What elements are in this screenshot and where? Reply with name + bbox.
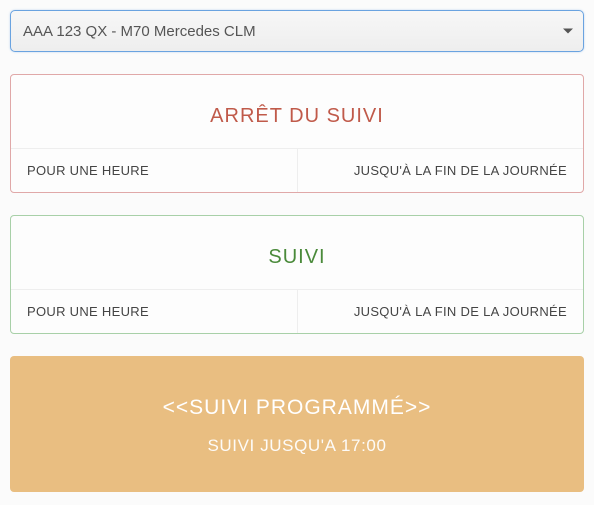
- vehicle-select-value: AAA 123 QX - M70 Mercedes CLM: [23, 23, 256, 40]
- tracking-title: SUIVI: [11, 216, 583, 289]
- tracking-options: POUR UNE HEURE JUSQU'À LA FIN DE LA JOUR…: [11, 289, 583, 333]
- tracking-panel: SUIVI POUR UNE HEURE JUSQU'À LA FIN DE L…: [10, 215, 584, 334]
- chevron-down-icon: [563, 29, 573, 34]
- stop-tracking-panel: ARRÊT DU SUIVI POUR UNE HEURE JUSQU'À LA…: [10, 74, 584, 193]
- stop-tracking-title: ARRÊT DU SUIVI: [11, 75, 583, 148]
- vehicle-select[interactable]: AAA 123 QX - M70 Mercedes CLM: [10, 10, 584, 52]
- stop-tracking-options: POUR UNE HEURE JUSQU'À LA FIN DE LA JOUR…: [11, 148, 583, 192]
- scheduled-tracking-button[interactable]: <<SUIVI PROGRAMMÉ>> SUIVI JUSQU'A 17:00: [10, 356, 584, 492]
- scheduled-tracking-title: <<SUIVI PROGRAMMÉ>>: [20, 396, 574, 420]
- track-for-hour-button[interactable]: POUR UNE HEURE: [11, 290, 297, 333]
- stop-until-end-of-day-button[interactable]: JUSQU'À LA FIN DE LA JOURNÉE: [297, 149, 584, 192]
- stop-for-hour-button[interactable]: POUR UNE HEURE: [11, 149, 297, 192]
- scheduled-tracking-subtitle: SUIVI JUSQU'A 17:00: [20, 436, 574, 456]
- track-until-end-of-day-button[interactable]: JUSQU'À LA FIN DE LA JOURNÉE: [297, 290, 584, 333]
